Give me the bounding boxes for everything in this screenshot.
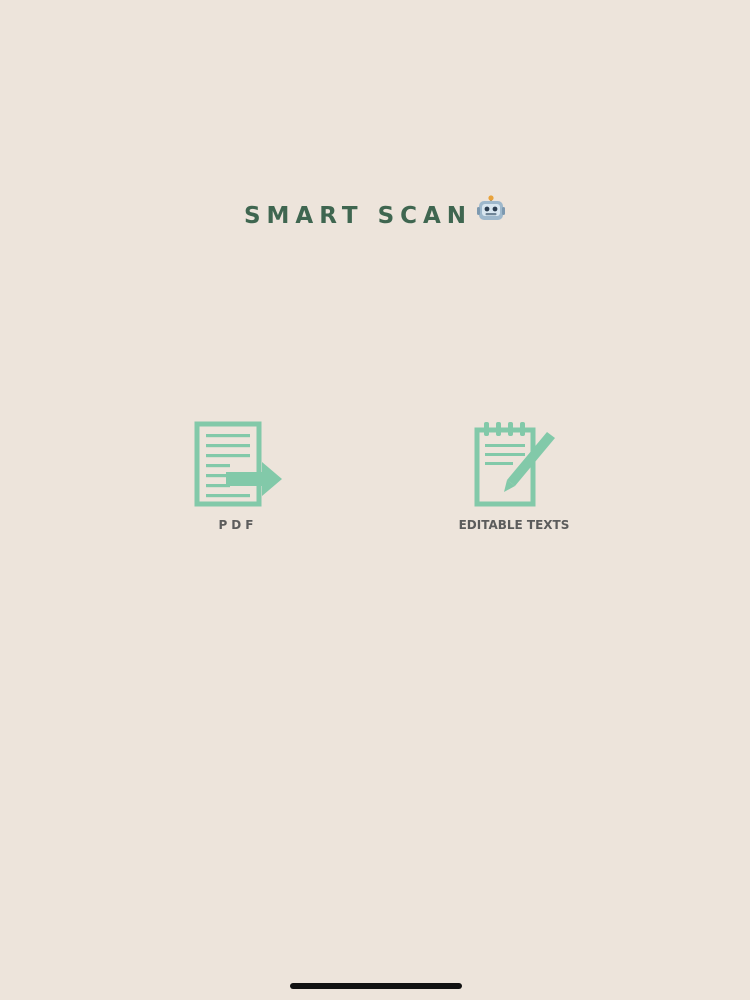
app-screen: SMART SCAN PDF EDITABLE TEXTS [0,0,750,1000]
editable-texts-option-button[interactable]: EDITABLE TEXTS [440,418,588,532]
page-title: SMART SCAN [0,195,750,235]
pdf-option-label: PDF [218,518,258,532]
pdf-option-button[interactable]: PDF [170,418,306,532]
robot-face-icon [476,195,506,232]
notepad-pencil-icon [440,418,588,512]
editable-texts-option-label: EDITABLE TEXTS [458,518,570,532]
home-indicator[interactable] [290,983,462,989]
pdf-export-document-icon [170,418,306,512]
page-title-text: SMART SCAN [243,203,473,229]
